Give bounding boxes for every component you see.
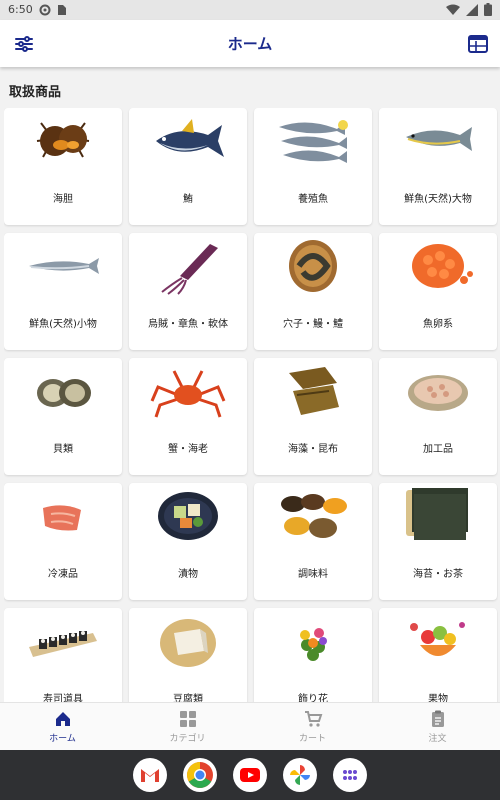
nav-label: カート — [298, 734, 326, 744]
category-label: 蟹・海老 — [168, 444, 208, 455]
category-card-fish-roe[interactable]: 魚卵系 — [379, 233, 497, 350]
category-card-large-fish[interactable]: 鮮魚(天然)大物 — [379, 108, 497, 225]
small-fish-image — [29, 258, 99, 274]
squid-image — [161, 244, 218, 295]
category-label: 魚卵系 — [423, 319, 453, 330]
category-label: 飾り花 — [298, 694, 328, 702]
category-card-kelp[interactable]: 海藻・昆布 — [254, 358, 372, 475]
battery-icon — [484, 3, 492, 16]
nav-label: ホーム — [49, 734, 76, 744]
pickles-image — [158, 492, 218, 540]
fruit-image — [410, 622, 465, 656]
category-label: 海苔・お茶 — [413, 569, 463, 580]
category-card-farmed-fish[interactable]: 養殖魚 — [254, 108, 372, 225]
farmed-fish-image — [279, 120, 348, 163]
category-card-fruit[interactable]: 果物 — [379, 608, 497, 702]
category-label: 寿司道具 — [43, 694, 83, 702]
category-card-crab[interactable]: 蟹・海老 — [129, 358, 247, 475]
wifi-icon — [446, 4, 460, 15]
nav-label: カテゴリ — [169, 734, 206, 744]
category-card-tofu[interactable]: 豆腐類 — [129, 608, 247, 702]
fish-roe-image — [412, 244, 473, 288]
category-label: 穴子・鰻・鱧 — [283, 319, 343, 330]
nori-image — [406, 488, 468, 540]
processed-food-image — [408, 375, 468, 411]
status-bar: 6:50 — [0, 0, 500, 20]
category-label: 鮮魚(天然)小物 — [29, 319, 97, 330]
chrome-icon[interactable] — [183, 758, 217, 792]
category-card-sea-urchin[interactable]: 海胆 — [4, 108, 122, 225]
kelp-image — [289, 367, 339, 415]
category-label: 豆腐類 — [173, 694, 203, 702]
category-card-pickles[interactable]: 漬物 — [129, 483, 247, 600]
category-label: 海藻・昆布 — [288, 444, 338, 455]
category-card-tuna[interactable]: 鮪 — [129, 108, 247, 225]
category-label: 漬物 — [178, 569, 198, 580]
category-label: 調味料 — [298, 569, 328, 580]
nav-label: 注文 — [428, 734, 447, 744]
nav-item-home[interactable]: ホーム — [0, 703, 125, 751]
nav-item-cart[interactable]: カート — [250, 703, 375, 751]
signal-icon — [466, 3, 478, 16]
category-label: 養殖魚 — [298, 194, 328, 205]
cart-icon — [304, 711, 322, 727]
category-card-processed-food[interactable]: 加工品 — [379, 358, 497, 475]
category-card-small-fish[interactable]: 鮮魚(天然)小物 — [4, 233, 122, 350]
category-label: 冷凍品 — [48, 569, 78, 580]
bottom-navigation: ホーム カテゴリ カート 注文 — [0, 702, 500, 751]
clipboard-icon — [431, 710, 444, 727]
category-label: 貝類 — [53, 444, 73, 455]
system-dock — [0, 750, 500, 800]
category-card-abalone[interactable]: 貝類 — [4, 358, 122, 475]
category-card-nori[interactable]: 海苔・お茶 — [379, 483, 497, 600]
settings-gear-icon — [39, 4, 51, 15]
large-fish-image — [406, 127, 472, 151]
sim-card-icon — [57, 4, 66, 15]
tofu-image — [160, 619, 216, 667]
youtube-icon[interactable] — [233, 758, 267, 792]
tuna-image — [156, 119, 224, 157]
calendar-view-icon[interactable] — [467, 33, 489, 55]
photos-icon[interactable] — [283, 758, 317, 792]
nav-item-category[interactable]: カテゴリ — [125, 703, 250, 751]
flowers-image — [300, 628, 327, 661]
crab-image — [150, 370, 226, 418]
category-label: 海胆 — [53, 194, 73, 205]
frozen-fish-image — [43, 505, 81, 531]
sea-urchin-image — [36, 122, 90, 158]
category-card-seasoning[interactable]: 調味料 — [254, 483, 372, 600]
category-label: 加工品 — [423, 444, 453, 455]
grid-icon — [179, 711, 196, 727]
abalone-image — [37, 379, 91, 407]
category-card-sushi-tools[interactable]: 寿司道具 — [4, 608, 122, 702]
nav-item-orders[interactable]: 注文 — [375, 703, 500, 751]
category-label: 烏賊・章魚・軟体 — [148, 319, 228, 330]
category-card-frozen-fish[interactable]: 冷凍品 — [4, 483, 122, 600]
status-time: 6:50 — [8, 3, 33, 16]
category-label: 鮮魚(天然)大物 — [404, 194, 472, 205]
category-grid: 海胆 鮪 養殖魚 鮮魚(天然)大物 鮮魚(天然)小物 烏賊・章魚・軟体 穴子・鰻… — [4, 108, 498, 702]
section-title: 取扱商品 — [9, 85, 62, 100]
category-label: 鮪 — [183, 194, 193, 205]
sushi-tools-image — [29, 631, 97, 657]
home-icon — [55, 712, 70, 726]
page-title: ホーム — [227, 35, 273, 53]
app-bar: ホーム — [0, 20, 500, 67]
eel-image — [289, 240, 337, 292]
category-label: 果物 — [428, 694, 448, 702]
gmail-icon[interactable] — [133, 758, 167, 792]
category-card-flowers[interactable]: 飾り花 — [254, 608, 372, 702]
seasoning-image — [281, 494, 347, 538]
category-card-squid[interactable]: 烏賊・章魚・軟体 — [129, 233, 247, 350]
app-drawer-icon[interactable] — [333, 758, 367, 792]
category-card-eel[interactable]: 穴子・鰻・鱧 — [254, 233, 372, 350]
